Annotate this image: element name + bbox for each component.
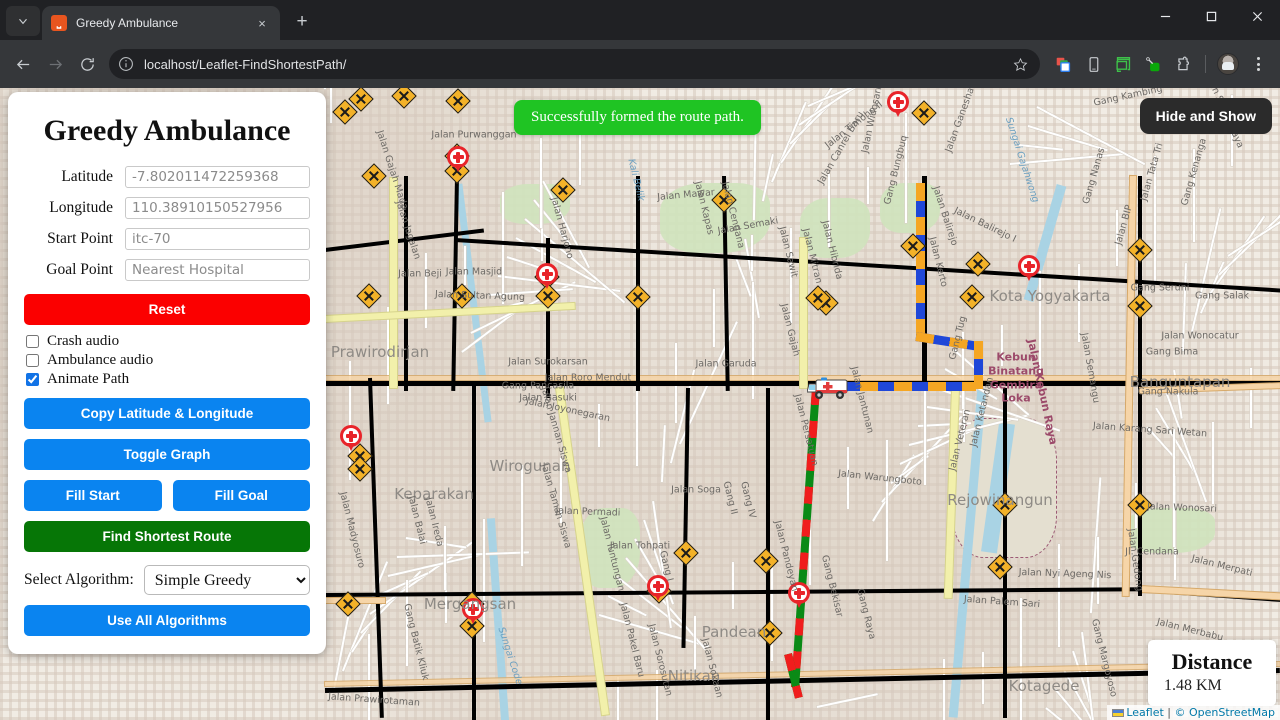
hospital-marker[interactable] — [788, 582, 810, 608]
control-panel: Greedy Ambulance Latitude Longitude Star… — [8, 92, 326, 654]
find-shortest-route-button[interactable]: Find Shortest Route — [24, 521, 310, 552]
copy-lat-long-button[interactable]: Copy Latitude & Longitude — [24, 398, 310, 429]
toolbar-divider — [1205, 55, 1206, 73]
window-controls — [1142, 0, 1280, 40]
fill-buttons-row: Fill Start Fill Goal — [24, 480, 310, 511]
openstreetmap-link[interactable]: © OpenStreetMap — [1174, 706, 1275, 719]
longitude-row: Longitude — [24, 197, 310, 219]
page-content: Jalan DanurejanJalan SokaJalan Gajah Mad… — [0, 88, 1280, 720]
latitude-row: Latitude — [24, 166, 310, 188]
tab-strip: ⎵ Greedy Ambulance × + — [0, 0, 1280, 40]
hospital-marker[interactable] — [447, 146, 469, 172]
longitude-label: Longitude — [49, 199, 113, 216]
tab-search-icon[interactable] — [6, 6, 40, 36]
attribution-separator: | — [1163, 706, 1175, 719]
start-point-row: Start Point — [24, 228, 310, 250]
close-icon[interactable]: × — [253, 14, 271, 32]
page-title: Greedy Ambulance — [43, 114, 291, 147]
reset-button[interactable]: Reset — [24, 294, 310, 325]
start-point-field[interactable] — [125, 228, 310, 250]
goal-point-label: Goal Point — [46, 261, 113, 278]
tab-title: Greedy Ambulance — [76, 16, 179, 30]
ambulance-audio-option[interactable]: Ambulance audio — [24, 352, 310, 369]
leaflet-flag-icon — [1112, 709, 1125, 717]
bookmark-star-icon[interactable] — [1009, 53, 1031, 75]
reload-icon[interactable] — [72, 49, 102, 79]
latitude-field[interactable] — [125, 166, 310, 188]
device-icon[interactable] — [1079, 50, 1107, 78]
fill-goal-button[interactable]: Fill Goal — [172, 480, 310, 511]
profile-avatar[interactable] — [1214, 50, 1242, 78]
crash-audio-checkbox[interactable] — [26, 335, 39, 348]
forward-icon[interactable] — [40, 49, 70, 79]
info-icon[interactable] — [118, 56, 135, 73]
map-attribution: Leaflet | © OpenStreetMap — [1107, 705, 1280, 720]
back-icon[interactable] — [8, 49, 38, 79]
fill-start-button[interactable]: Fill Start — [24, 480, 162, 511]
goal-point-field[interactable] — [125, 259, 310, 281]
goal-point-row: Goal Point — [24, 259, 310, 281]
options-checkbox-group: Crash audio Ambulance audio Animate Path — [24, 333, 310, 388]
animate-path-checkbox[interactable] — [26, 373, 39, 386]
algorithm-row: Select Algorithm: Simple Greedy — [24, 565, 310, 595]
hospital-marker[interactable] — [647, 575, 669, 601]
distance-title: Distance — [1171, 649, 1253, 674]
ambulance-audio-label: Ambulance audio — [47, 352, 154, 368]
map-secondary-road — [800, 238, 807, 388]
hospital-marker[interactable] — [462, 598, 484, 624]
browser-window: ⎵ Greedy Ambulance × + localhost/Leaflet… — [0, 0, 1280, 720]
algorithm-select[interactable]: Simple Greedy — [143, 565, 310, 595]
hospital-marker[interactable] — [340, 425, 362, 451]
animate-path-label: Animate Path — [47, 371, 130, 387]
ambulance-marker[interactable] — [806, 376, 849, 400]
hide-and-show-button[interactable]: Hide and Show — [1139, 98, 1272, 134]
distance-box: Distance 1.48 KM — [1148, 640, 1276, 706]
map-major-road — [404, 176, 408, 391]
tab-groups-icon[interactable] — [1049, 50, 1077, 78]
tab-greedy-ambulance[interactable]: ⎵ Greedy Ambulance × — [42, 6, 280, 40]
start-point-label: Start Point — [47, 230, 113, 247]
map-green-area — [880, 183, 940, 233]
close-window-icon[interactable] — [1234, 0, 1280, 32]
algorithm-label: Select Algorithm: — [24, 571, 134, 588]
longitude-field[interactable] — [125, 197, 310, 219]
browser-toolbar: localhost/Leaflet-FindShortestPath/ — [0, 40, 1280, 88]
ambulance-audio-checkbox[interactable] — [26, 354, 39, 367]
map-major-road — [1003, 388, 1007, 718]
map-secondary-road — [390, 178, 397, 388]
extensions-puzzle-icon[interactable] — [1169, 50, 1197, 78]
use-all-algorithms-button[interactable]: Use All Algorithms — [24, 605, 310, 636]
new-tab-button[interactable]: + — [288, 8, 316, 36]
map-green-area — [800, 198, 870, 258]
route-path-primary — [916, 183, 925, 338]
crash-audio-option[interactable]: Crash audio — [24, 333, 310, 350]
minimize-icon[interactable] — [1142, 0, 1188, 32]
ambulance-favicon: ⎵ — [51, 15, 67, 31]
hospital-marker[interactable] — [536, 263, 558, 289]
status-toast: Successfully formed the route path. — [514, 100, 761, 135]
leaflet-link[interactable]: Leaflet — [1126, 706, 1163, 719]
distance-value: 1.48 KM — [1164, 677, 1222, 694]
maximize-icon[interactable] — [1188, 0, 1234, 32]
toggle-graph-button[interactable]: Toggle Graph — [24, 439, 310, 470]
extension-green-icon[interactable] — [1139, 50, 1167, 78]
animate-path-option[interactable]: Animate Path — [24, 371, 310, 388]
hospital-marker[interactable] — [1018, 255, 1040, 281]
latitude-label: Latitude — [61, 168, 113, 185]
url-text: localhost/Leaflet-FindShortestPath/ — [144, 56, 347, 72]
crash-audio-label: Crash audio — [47, 333, 120, 349]
hospital-marker[interactable] — [887, 91, 909, 117]
address-bar[interactable]: localhost/Leaflet-FindShortestPath/ — [109, 49, 1040, 79]
cast-icon[interactable] — [1109, 50, 1137, 78]
map-major-road — [546, 238, 550, 398]
map-major-road — [472, 384, 476, 720]
three-dot-menu-icon[interactable] — [1244, 50, 1272, 78]
